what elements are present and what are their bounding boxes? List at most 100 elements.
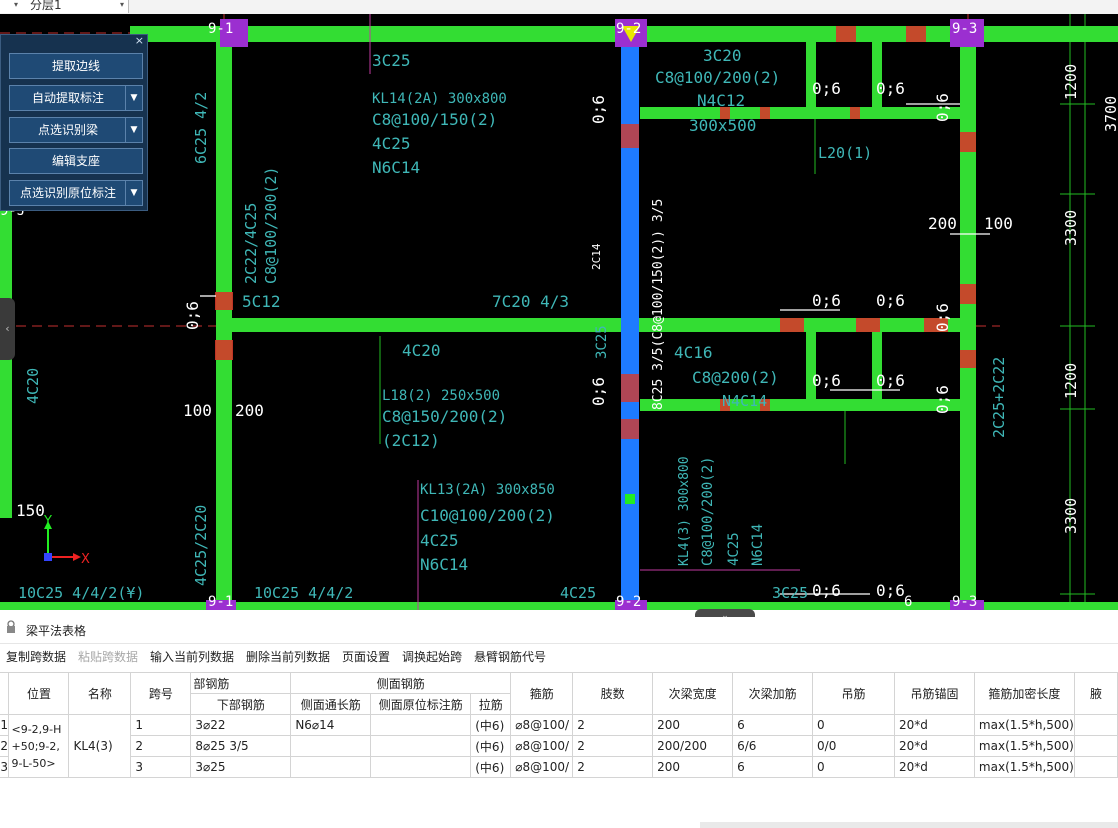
annotation: 150	[16, 501, 45, 520]
annotation: KL4(3) 300x800	[677, 456, 692, 566]
secondary-width-cell[interactable]: 200/200	[652, 735, 734, 757]
hanger-anchor-cell[interactable]: 20*d	[893, 756, 975, 778]
name-cell[interactable]: KL4(3)	[68, 714, 132, 778]
cantilever-rebar-code-button[interactable]: 悬臂钢筋代号	[474, 648, 546, 665]
tie-cell[interactable]: (中6)	[470, 714, 512, 736]
extract-edge-button[interactable]: 提取边线	[9, 53, 143, 79]
side-inplace-cell[interactable]	[370, 756, 472, 778]
copy-span-data-button[interactable]: 复制跨数据	[6, 648, 66, 665]
secondary-add-cell[interactable]: 6	[732, 714, 814, 736]
extra-cell[interactable]	[1073, 735, 1118, 757]
hanger-anchor-cell[interactable]: 20*d	[893, 714, 975, 736]
hanger-cell[interactable]: 0	[812, 714, 895, 736]
annotation: N4C14	[722, 392, 767, 410]
side-through-cell[interactable]	[290, 756, 372, 778]
table-row[interactable]: 2 2 8⌀25 3/5 (中6) ⌀8@100/ 2 200/200 6/6 …	[0, 735, 1118, 757]
auto-extract-label-button[interactable]: 自动提取标注 ▼	[9, 85, 143, 111]
pick-identify-inplace-label-button[interactable]: 点选识别原位标注 ▼	[9, 180, 143, 206]
col-header-hanger-anchor[interactable]: 吊筋锚固	[893, 672, 975, 715]
layer-select[interactable]: ▾ 分层1 ▾	[0, 0, 129, 13]
stirrup-dense-length-cell[interactable]: max(1.5*h,500)	[973, 714, 1075, 736]
horizontal-scrollbar[interactable]	[700, 822, 1118, 828]
side-through-cell[interactable]	[290, 735, 372, 757]
annotation: 0;6	[589, 95, 608, 124]
position-line: <9-2,9-H	[11, 722, 62, 736]
pin-icon[interactable]	[6, 619, 16, 637]
annotation: 0;6	[183, 301, 202, 330]
paste-span-data-button[interactable]: 粘贴跨数据	[78, 648, 138, 665]
stirrup-dense-length-cell[interactable]: max(1.5*h,500)	[973, 735, 1075, 757]
stirrup-dense-length-cell[interactable]: max(1.5*h,500)	[973, 756, 1075, 778]
bottom-rebar-cell[interactable]: 3⌀22	[190, 714, 292, 736]
recognition-panel: × 提取边线 自动提取标注 ▼ 点选识别梁 ▼ 编辑支座 点选识别原位标注 ▼	[0, 34, 148, 211]
col-header-position[interactable]: 位置	[8, 672, 70, 715]
axis-label: 9-3	[952, 594, 977, 610]
extra-cell[interactable]	[1073, 756, 1118, 778]
col-header-extra[interactable]: 腋	[1073, 672, 1118, 715]
hanger-anchor-cell[interactable]: 20*d	[893, 735, 975, 757]
input-column-data-button[interactable]: 输入当前列数据	[150, 648, 234, 665]
bottom-rebar-cell[interactable]: 8⌀25 3/5	[190, 735, 292, 757]
edit-support-button[interactable]: 编辑支座	[9, 148, 143, 174]
delete-column-data-button[interactable]: 删除当前列数据	[246, 648, 330, 665]
span-cell[interactable]: 2	[130, 735, 192, 757]
annotation: 4C20	[402, 341, 441, 360]
span-cell[interactable]: 3	[130, 756, 192, 778]
side-inplace-cell[interactable]	[370, 714, 472, 736]
legs-cell[interactable]: 2	[572, 756, 654, 778]
col-header-side-through[interactable]: 侧面通长筋	[290, 693, 372, 715]
chevron-left-icon: ‹	[5, 322, 10, 335]
annotation: (2C12)	[382, 431, 440, 450]
button-label: 点选识别原位标注	[19, 186, 116, 200]
col-header-stirrup-dense-length[interactable]: 箍筋加密长度	[973, 672, 1075, 715]
col-header-hanger[interactable]: 吊筋	[812, 672, 895, 715]
col-header-bottom-rebar[interactable]: 下部钢筋	[190, 693, 292, 715]
chevron-down-icon[interactable]: ▼	[125, 86, 142, 110]
table-row[interactable]: 1 <9-2,9-H +50;9-2, 9-L-50> KL4(3) 1 3⌀2…	[0, 714, 1118, 778]
col-header-legs[interactable]: 肢数	[572, 672, 654, 715]
tie-cell[interactable]: (中6)	[470, 735, 512, 757]
col-header-secondary-width[interactable]: 次梁宽度	[652, 672, 734, 715]
hanger-cell[interactable]: 0	[812, 756, 895, 778]
col-header-span[interactable]: 跨号	[130, 672, 192, 715]
axis-label: 9-1	[208, 21, 233, 37]
secondary-width-cell[interactable]: 200	[652, 756, 734, 778]
side-inplace-cell[interactable]	[370, 735, 472, 757]
position-cell[interactable]: <9-2,9-H +50;9-2, 9-L-50>	[8, 714, 70, 778]
hanger-cell[interactable]: 0/0	[812, 735, 895, 757]
span-cell[interactable]: 1	[130, 714, 192, 736]
legs-cell[interactable]: 2	[572, 735, 654, 757]
stirrup-cell[interactable]: ⌀8@100/	[510, 735, 574, 757]
secondary-add-cell[interactable]: 6/6	[732, 735, 814, 757]
col-header-name[interactable]: 名称	[68, 672, 132, 715]
col-header-secondary-add[interactable]: 次梁加筋	[732, 672, 814, 715]
annotation: 0;6	[812, 581, 841, 600]
col-header-tie[interactable]: 拉筋	[470, 693, 512, 715]
legs-cell[interactable]: 2	[572, 714, 654, 736]
stirrup-cell[interactable]: ⌀8@100/	[510, 756, 574, 778]
annotation: L18(2) 250x500	[382, 388, 500, 404]
cad-viewport[interactable]: 9-1 9-2 9-3 9-1 9-2 9-3 9-J 3C25 KL14(2A…	[0, 14, 1118, 624]
side-collapse-handle[interactable]: ‹	[0, 298, 15, 360]
col-header-stirrup[interactable]: 箍筋	[510, 672, 574, 715]
extra-cell[interactable]	[1073, 714, 1118, 736]
chevron-down-icon[interactable]: ▼	[125, 118, 142, 142]
page-setup-button[interactable]: 页面设置	[342, 648, 390, 665]
annotation: 300x500	[689, 116, 756, 135]
annotation: C8@100/200(2)	[262, 167, 280, 284]
close-icon[interactable]: ×	[135, 34, 144, 47]
stirrup-cell[interactable]: ⌀8@100/	[510, 714, 574, 736]
chevron-down-icon[interactable]: ▼	[125, 181, 142, 205]
secondary-add-cell[interactable]: 6	[732, 756, 814, 778]
secondary-width-cell[interactable]: 200	[652, 714, 734, 736]
table-row[interactable]: 3 3 3⌀25 (中6) ⌀8@100/ 2 200 6 0 20*d max…	[0, 756, 1118, 778]
swap-start-span-button[interactable]: 调换起始跨	[402, 648, 462, 665]
pick-identify-beam-button[interactable]: 点选识别梁 ▼	[9, 117, 143, 143]
axis-label: 9-2	[616, 594, 641, 610]
bottom-rebar-cell[interactable]: 3⌀25	[190, 756, 292, 778]
annotation: 1200	[1062, 363, 1080, 399]
col-header-side-inplace[interactable]: 侧面原位标注筋	[370, 693, 472, 715]
side-through-cell[interactable]: N6⌀14	[290, 714, 372, 736]
cad-drawing[interactable]: 9-1 9-2 9-3 9-1 9-2 9-3 9-J 3C25 KL14(2A…	[0, 14, 1118, 610]
tie-cell[interactable]: (中6)	[470, 756, 512, 778]
